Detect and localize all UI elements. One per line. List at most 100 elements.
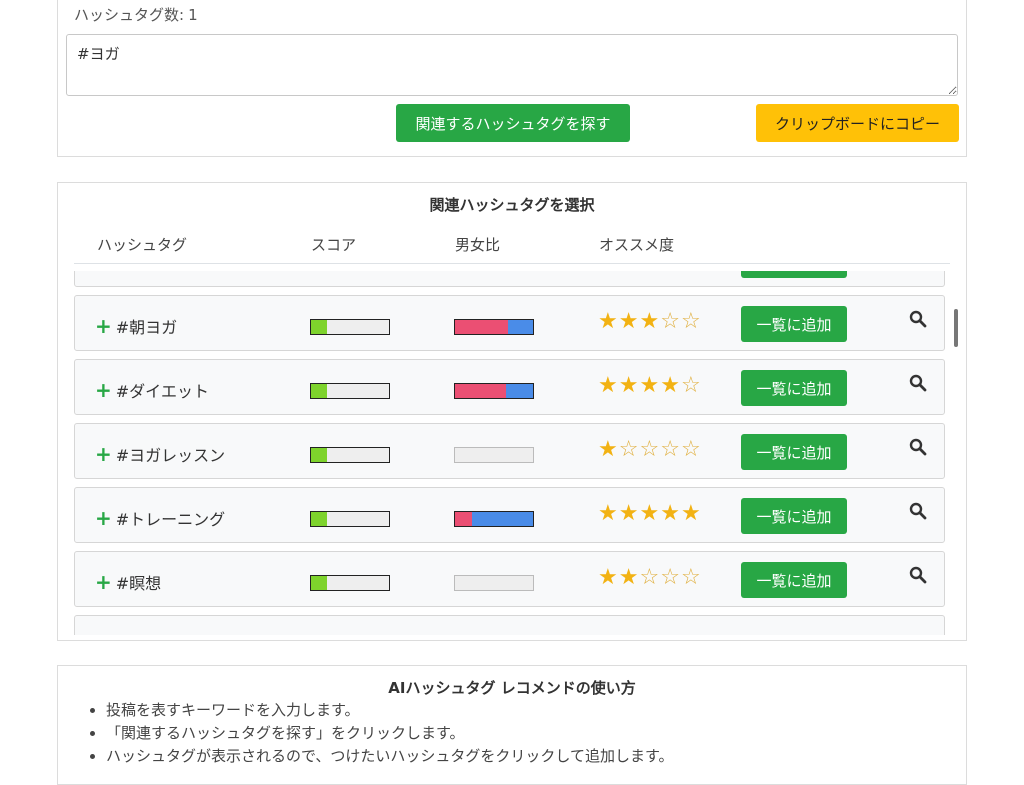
hashtag-label: #ダイエット bbox=[115, 382, 210, 401]
hashtag-add-link[interactable]: + #トレーニング bbox=[95, 506, 225, 530]
plus-icon: + bbox=[95, 314, 112, 338]
female-segment bbox=[455, 320, 509, 334]
hashtag-add-link[interactable]: + #ダイエット bbox=[95, 378, 209, 402]
hashtag-label: #瞑想 bbox=[115, 574, 162, 593]
hashtag-row: + #トレーニング ★★★★★ 一覧に追加 bbox=[74, 487, 945, 543]
list-scrollbar[interactable] bbox=[953, 271, 959, 633]
howto-step: 「関連するハッシュタグを探す」をクリックします。 bbox=[106, 722, 673, 745]
gender-ratio-bar bbox=[454, 575, 534, 591]
female-segment bbox=[455, 512, 473, 526]
add-to-list-button[interactable]: 一覧に追加 bbox=[741, 498, 847, 534]
star-filled-icon: ★ bbox=[598, 373, 619, 398]
star-filled-icon: ★ bbox=[618, 565, 640, 590]
star-empty-icon: ☆ bbox=[639, 437, 661, 462]
score-fill bbox=[311, 320, 327, 334]
find-related-button[interactable]: 関連するハッシュタグを探す bbox=[396, 104, 630, 142]
star-empty-icon: ☆ bbox=[680, 565, 702, 590]
search-icon[interactable] bbox=[909, 438, 927, 456]
score-fill bbox=[311, 512, 327, 526]
hashtag-add-link[interactable]: + #ピラティス bbox=[95, 271, 208, 274]
hashtag-row: + #ダイエット ★★★★☆ 一覧に追加 bbox=[74, 359, 945, 415]
related-hashtags-card: 関連ハッシュタグを選択 ハッシュタグ スコア 男女比 オススメ度 + #ピラティス… bbox=[57, 182, 967, 641]
star-filled-icon: ★ bbox=[618, 373, 640, 398]
recommendation-stars: ★★☆☆☆ bbox=[598, 567, 702, 589]
star-empty-icon: ☆ bbox=[660, 565, 681, 590]
score-fill bbox=[311, 384, 327, 398]
keyword-textarea[interactable]: #ヨガ bbox=[66, 34, 958, 96]
star-filled-icon: ★ bbox=[660, 501, 681, 526]
add-to-list-button[interactable]: 一覧に追加 bbox=[741, 306, 847, 342]
search-icon[interactable] bbox=[909, 502, 927, 520]
header-divider bbox=[74, 263, 950, 264]
score-bar bbox=[310, 447, 390, 463]
gender-ratio-bar bbox=[454, 511, 534, 527]
hashtag-add-link[interactable]: + #朝ヨガ bbox=[95, 314, 177, 338]
gender-ratio-bar bbox=[454, 319, 534, 335]
recommendation-stars: ★★★★☆ bbox=[598, 375, 702, 397]
star-filled-icon: ★ bbox=[639, 309, 661, 334]
hashtag-label: #朝ヨガ bbox=[115, 318, 178, 337]
star-filled-icon: ★ bbox=[598, 501, 619, 526]
score-bar bbox=[310, 511, 390, 527]
star-filled-icon: ★ bbox=[598, 309, 619, 334]
howto-step: 投稿を表すキーワードを入力します。 bbox=[106, 699, 673, 722]
hashtag-row: + #ヨガレッスン ★☆☆☆☆ 一覧に追加 bbox=[74, 423, 945, 479]
scrollbar-thumb[interactable] bbox=[954, 309, 958, 347]
male-segment bbox=[505, 384, 533, 398]
hashtag-add-link[interactable]: + #瞑想 bbox=[95, 570, 161, 594]
hashtag-add-link[interactable]: + #ヨガレッスン bbox=[95, 442, 225, 466]
gender-ratio-bar bbox=[454, 447, 534, 463]
hashtag-row: +#ピラティス★★★★☆一覧に追加 bbox=[74, 271, 945, 287]
howto-step: ハッシュタグが表示されるので、つけたいハッシュタグをクリックして追加します。 bbox=[106, 745, 673, 768]
column-score: スコア bbox=[311, 236, 357, 254]
star-empty-icon: ☆ bbox=[660, 309, 681, 334]
column-recommendation: オススメ度 bbox=[599, 236, 675, 254]
hashtag-row: + #瞑想 ★★☆☆☆ 一覧に追加 bbox=[74, 551, 945, 607]
add-to-list-button[interactable]: 一覧に追加 bbox=[741, 434, 847, 470]
search-icon[interactable] bbox=[909, 310, 927, 328]
hashtag-label: #ピラティス bbox=[116, 271, 208, 274]
star-empty-icon: ☆ bbox=[639, 565, 661, 590]
plus-icon: + bbox=[95, 271, 112, 272]
male-segment bbox=[508, 320, 533, 334]
copy-to-clipboard-button[interactable]: クリップボードにコピー bbox=[756, 104, 959, 142]
recommendation-stars: ★☆☆☆☆ bbox=[598, 439, 702, 461]
plus-icon: + bbox=[95, 506, 112, 530]
score-bar bbox=[310, 319, 390, 335]
plus-icon: + bbox=[95, 570, 112, 594]
add-to-list-button[interactable]: 一覧に追加 bbox=[741, 271, 847, 278]
add-to-list-button[interactable]: 一覧に追加 bbox=[741, 370, 847, 406]
howto-card: AIハッシュタグ レコメンドの使い方 投稿を表すキーワードを入力します。 「関連… bbox=[57, 665, 967, 785]
score-bar bbox=[310, 575, 390, 591]
howto-title: AIハッシュタグ レコメンドの使い方 bbox=[388, 679, 636, 697]
search-icon[interactable] bbox=[909, 566, 927, 584]
score-bar bbox=[310, 383, 390, 399]
star-filled-icon: ★ bbox=[660, 373, 681, 398]
score-fill bbox=[311, 448, 327, 462]
star-filled-icon: ★ bbox=[618, 501, 640, 526]
female-segment bbox=[455, 384, 506, 398]
score-fill bbox=[311, 576, 327, 590]
hashtag-list[interactable]: +#ピラティス★★★★☆一覧に追加+#朝ヨガ★★★☆☆一覧に追加+#ダイエット★… bbox=[74, 271, 959, 635]
male-segment bbox=[472, 512, 533, 526]
hashtag-row: + #朝ヨガ ★★★☆☆ 一覧に追加 bbox=[74, 295, 945, 351]
column-hashtag: ハッシュタグ bbox=[97, 236, 188, 254]
search-icon[interactable] bbox=[909, 374, 927, 392]
hashtag-label: #トレーニング bbox=[115, 510, 226, 529]
hashtag-count-label: ハッシュタグ数: bbox=[74, 6, 185, 24]
star-empty-icon: ☆ bbox=[660, 437, 681, 462]
star-filled-icon: ★ bbox=[680, 501, 702, 526]
howto-list: 投稿を表すキーワードを入力します。 「関連するハッシュタグを探す」をクリックしま… bbox=[86, 699, 673, 768]
star-empty-icon: ☆ bbox=[618, 437, 640, 462]
plus-icon: + bbox=[95, 378, 112, 402]
star-filled-icon: ★ bbox=[598, 437, 619, 462]
recommendation-stars: ★★★★★ bbox=[598, 503, 702, 525]
keyword-card: ハッシュタグ数: 1 #ヨガ 関連するハッシュタグを探す クリップボードにコピー bbox=[57, 0, 967, 157]
related-title: 関連ハッシュタグを選択 bbox=[429, 196, 595, 214]
star-filled-icon: ★ bbox=[639, 373, 661, 398]
add-to-list-button[interactable]: 一覧に追加 bbox=[741, 562, 847, 598]
plus-icon: + bbox=[95, 442, 112, 466]
recommendation-stars: ★★★☆☆ bbox=[598, 311, 702, 333]
star-empty-icon: ☆ bbox=[680, 437, 702, 462]
star-empty-icon: ☆ bbox=[680, 309, 702, 334]
